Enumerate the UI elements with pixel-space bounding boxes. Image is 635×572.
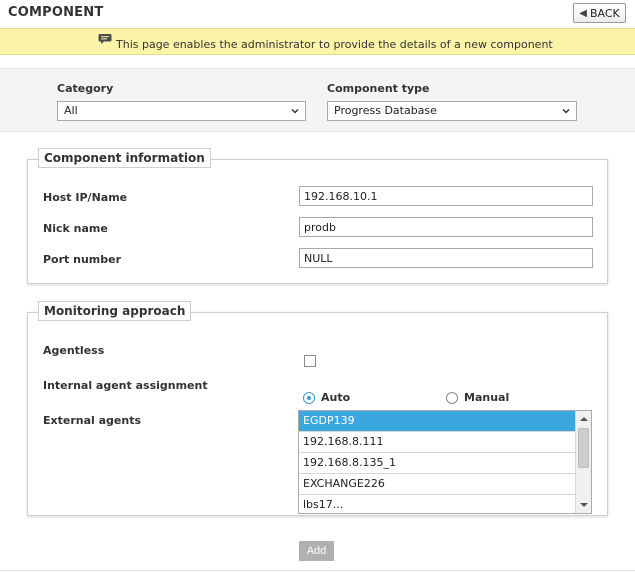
component-information-legend: Component information: [38, 148, 211, 168]
monitoring-approach-panel: Monitoring approach Agentless Internal a…: [27, 301, 608, 516]
category-select-value: All: [64, 104, 78, 117]
filter-section: Category All Component type Progress Dat…: [0, 68, 635, 132]
host-label: Host IP/Name: [43, 191, 128, 204]
scroll-down-arrow-icon[interactable]: [580, 502, 588, 508]
host-input[interactable]: [299, 186, 593, 206]
nick-name-input[interactable]: [299, 217, 593, 237]
category-label: Category: [57, 82, 114, 95]
auto-radio-option[interactable]: Auto: [303, 391, 350, 404]
auto-radio-label: Auto: [321, 391, 351, 404]
list-item[interactable]: 192.168.8.135_1: [299, 453, 576, 474]
back-button-label: BACK: [589, 6, 620, 20]
list-item[interactable]: EGDP139: [299, 411, 576, 432]
page-title: COMPONENT: [8, 5, 104, 20]
info-message: This page enables the administrator to p…: [116, 38, 553, 51]
list-item[interactable]: lbs17...: [299, 495, 576, 513]
speech-bubble-icon: [98, 34, 112, 44]
divider: [0, 570, 635, 571]
scroll-thumb[interactable]: [578, 428, 589, 468]
agentless-label: Agentless: [43, 344, 105, 357]
component-type-select[interactable]: Progress Database: [327, 101, 577, 121]
back-arrow-icon: ◀: [579, 7, 587, 19]
list-item[interactable]: EXCHANGE226: [299, 474, 576, 495]
nick-name-label: Nick name: [43, 222, 108, 235]
internal-agent-assignment-label: Internal agent assignment: [43, 379, 208, 392]
auto-radio[interactable]: [303, 391, 315, 404]
agentless-checkbox[interactable]: [304, 355, 316, 367]
chevron-down-icon: [291, 108, 299, 114]
port-number-input[interactable]: [299, 248, 593, 268]
chevron-down-icon: [562, 108, 570, 114]
monitoring-approach-legend: Monitoring approach: [38, 301, 192, 321]
external-agents-label: External agents: [43, 414, 142, 427]
manual-radio-option[interactable]: Manual: [446, 391, 509, 404]
listbox-scrollbar[interactable]: [575, 411, 591, 513]
list-item[interactable]: 192.168.8.111: [299, 432, 576, 453]
manual-radio-label: Manual: [464, 391, 510, 404]
external-agents-listbox[interactable]: EGDP139 192.168.8.111 192.168.8.135_1 EX…: [298, 410, 592, 514]
port-number-label: Port number: [43, 253, 122, 266]
component-type-select-value: Progress Database: [334, 104, 437, 117]
component-type-label: Component type: [327, 82, 430, 95]
page-header: COMPONENT ◀ BACK: [0, 0, 635, 28]
category-select[interactable]: All: [57, 101, 306, 121]
add-button[interactable]: Add: [299, 541, 334, 561]
component-information-panel: Component information Host IP/Name Nick …: [27, 148, 608, 284]
back-button[interactable]: ◀ BACK: [573, 3, 626, 23]
scroll-up-arrow-icon[interactable]: [580, 416, 588, 422]
info-bar: This page enables the administrator to p…: [0, 28, 635, 55]
manual-radio[interactable]: [446, 391, 458, 404]
